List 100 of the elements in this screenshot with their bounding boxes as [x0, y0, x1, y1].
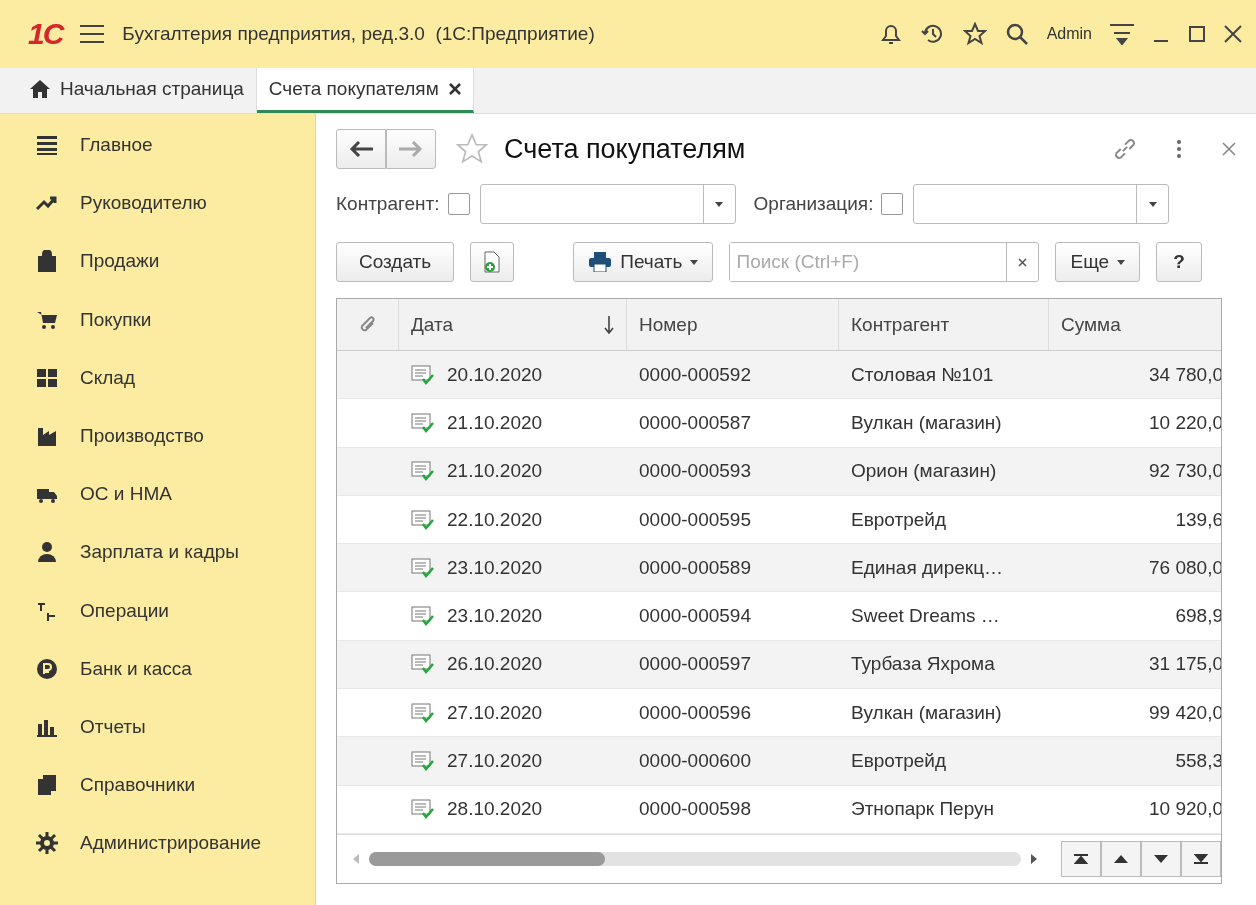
table-cell: 28.10.2020 — [447, 798, 543, 821]
sidebar-item[interactable]: ОС и НМА — [0, 465, 315, 524]
scrollbar[interactable] — [369, 852, 1021, 866]
star-icon[interactable] — [454, 132, 490, 166]
sidebar-item[interactable]: Банк и касса — [0, 639, 315, 698]
ruble-icon — [36, 657, 58, 680]
search-field[interactable]: Поиск (Ctrl+F) — [729, 242, 1040, 282]
home-icon — [30, 80, 50, 98]
maximize-icon[interactable] — [1188, 25, 1206, 43]
app-logo: 1С — [28, 17, 63, 51]
caret-icon — [1117, 259, 1126, 265]
table-cell: 0000-000598 — [639, 798, 751, 821]
close-icon[interactable] — [448, 83, 461, 95]
tab[interactable]: Начальная страница — [18, 68, 257, 113]
help-button[interactable]: ? — [1156, 242, 1202, 282]
table-cell: 21.10.2020 — [447, 460, 543, 483]
caret-icon — [690, 259, 699, 265]
sidebar-item[interactable]: Справочники — [0, 756, 315, 815]
settings-icon — [36, 832, 58, 855]
column-header[interactable]: Дата — [399, 299, 627, 350]
last-icon — [1194, 854, 1208, 864]
sidebar-item[interactable]: Покупки — [0, 290, 315, 349]
create-button[interactable]: Создать — [336, 242, 455, 282]
combo-field[interactable] — [913, 184, 1170, 224]
table-cell: 0000-000600 — [639, 750, 751, 772]
table-cell: 21.10.2020 — [447, 411, 543, 434]
filter-label: Организация: — [753, 193, 874, 215]
first-button[interactable] — [1061, 841, 1101, 877]
table-cell: Вулкан (магазин) — [851, 701, 1002, 724]
close-icon[interactable] — [1224, 25, 1242, 43]
table-cell: Орион (магазин) — [851, 460, 997, 483]
sidebar-item[interactable]: Производство — [0, 406, 315, 466]
checkbox[interactable] — [447, 193, 470, 215]
more-icon[interactable] — [1176, 139, 1182, 159]
more-button[interactable]: Еще — [1055, 242, 1141, 282]
column-header[interactable]: Контрагент — [839, 299, 1049, 350]
scroll-thumb[interactable] — [369, 852, 605, 866]
sidebar-item[interactable]: Операции — [0, 581, 315, 640]
caret-icon — [715, 201, 724, 207]
filter-label: Контрагент: — [336, 193, 440, 215]
table-cell: Sweet Dreams … — [851, 605, 1000, 628]
table-cell: 0000-000589 — [639, 556, 751, 579]
sidebar-item[interactable]: Администрирование — [0, 814, 315, 873]
first-icon — [1074, 854, 1088, 864]
back-button[interactable] — [336, 129, 386, 169]
triangle-down-icon — [1154, 855, 1168, 863]
checkbox[interactable] — [881, 193, 904, 215]
menu-icon[interactable] — [80, 25, 105, 43]
scroll-right-icon[interactable] — [1031, 854, 1037, 864]
printer-icon — [588, 252, 613, 272]
factory-icon — [36, 425, 58, 448]
arrow-right-icon — [399, 141, 423, 157]
sidebar-item[interactable]: Продажи — [0, 232, 315, 291]
window-title: Бухгалтерия предприятия, ред.3.0 (1С:Предприятие) — [122, 23, 596, 45]
history-icon[interactable] — [920, 22, 945, 46]
table-cell: Единая дирекц… — [851, 556, 1004, 579]
down-button[interactable] — [1141, 841, 1181, 877]
last-button[interactable] — [1181, 841, 1221, 877]
filter-icon[interactable] — [1110, 23, 1134, 45]
search-icon[interactable] — [1004, 22, 1029, 46]
grid-icon — [36, 366, 58, 389]
list-icon — [36, 134, 58, 157]
table-cell: 20.10.2020 — [447, 363, 543, 386]
clear-icon[interactable] — [1018, 257, 1028, 267]
table-cell: Евротрейд — [851, 508, 947, 531]
table-cell: 0000-000587 — [639, 411, 751, 434]
sidebar-item[interactable]: Руководителю — [0, 174, 315, 233]
arrow-left-icon — [349, 141, 373, 157]
sidebar-item[interactable]: Зарплата и кадры — [0, 523, 315, 582]
table-cell: Евротрейд — [851, 750, 947, 772]
person-icon — [36, 541, 58, 564]
table-cell: 23.10.2020 — [447, 556, 543, 579]
add-document-button[interactable] — [470, 242, 515, 282]
user-name[interactable]: Admin — [1046, 25, 1092, 43]
sidebar-item[interactable]: Отчеты — [0, 697, 315, 757]
table-cell: 0000-000595 — [639, 508, 751, 531]
table-cell: 26.10.2020 — [447, 653, 543, 676]
table-cell: 27.10.2020 — [447, 750, 543, 772]
table-cell: 0000-000594 — [639, 605, 751, 628]
sidebar-item[interactable]: Главное — [0, 116, 315, 175]
star-icon[interactable] — [962, 22, 987, 46]
table-cell: Вулкан (магазин) — [851, 411, 1002, 434]
up-button[interactable] — [1101, 841, 1141, 877]
table-cell: 22.10.2020 — [447, 508, 543, 531]
column-header[interactable]: Номер — [627, 299, 839, 350]
table-cell: 0000-000593 — [639, 460, 751, 483]
link-icon[interactable] — [1112, 136, 1138, 162]
table-cell: 0000-000597 — [639, 653, 751, 676]
column-header[interactable]: Сумма — [1049, 299, 1221, 350]
tab[interactable]: Счета покупателям — [256, 68, 474, 113]
form-title: Счета покупателям — [504, 133, 747, 165]
table-cell: Турбаза Яхрома — [851, 653, 995, 676]
combo-field[interactable] — [479, 184, 736, 224]
print-button[interactable]: Печать — [573, 242, 714, 282]
sort-arrow-icon — [604, 315, 614, 334]
bell-icon[interactable] — [878, 22, 903, 46]
triangle-up-icon — [1114, 855, 1128, 863]
sidebar-item[interactable]: Склад — [0, 348, 315, 407]
table-cell: 0000-000592 — [639, 363, 751, 386]
table-cell: 23.10.2020 — [447, 605, 543, 628]
